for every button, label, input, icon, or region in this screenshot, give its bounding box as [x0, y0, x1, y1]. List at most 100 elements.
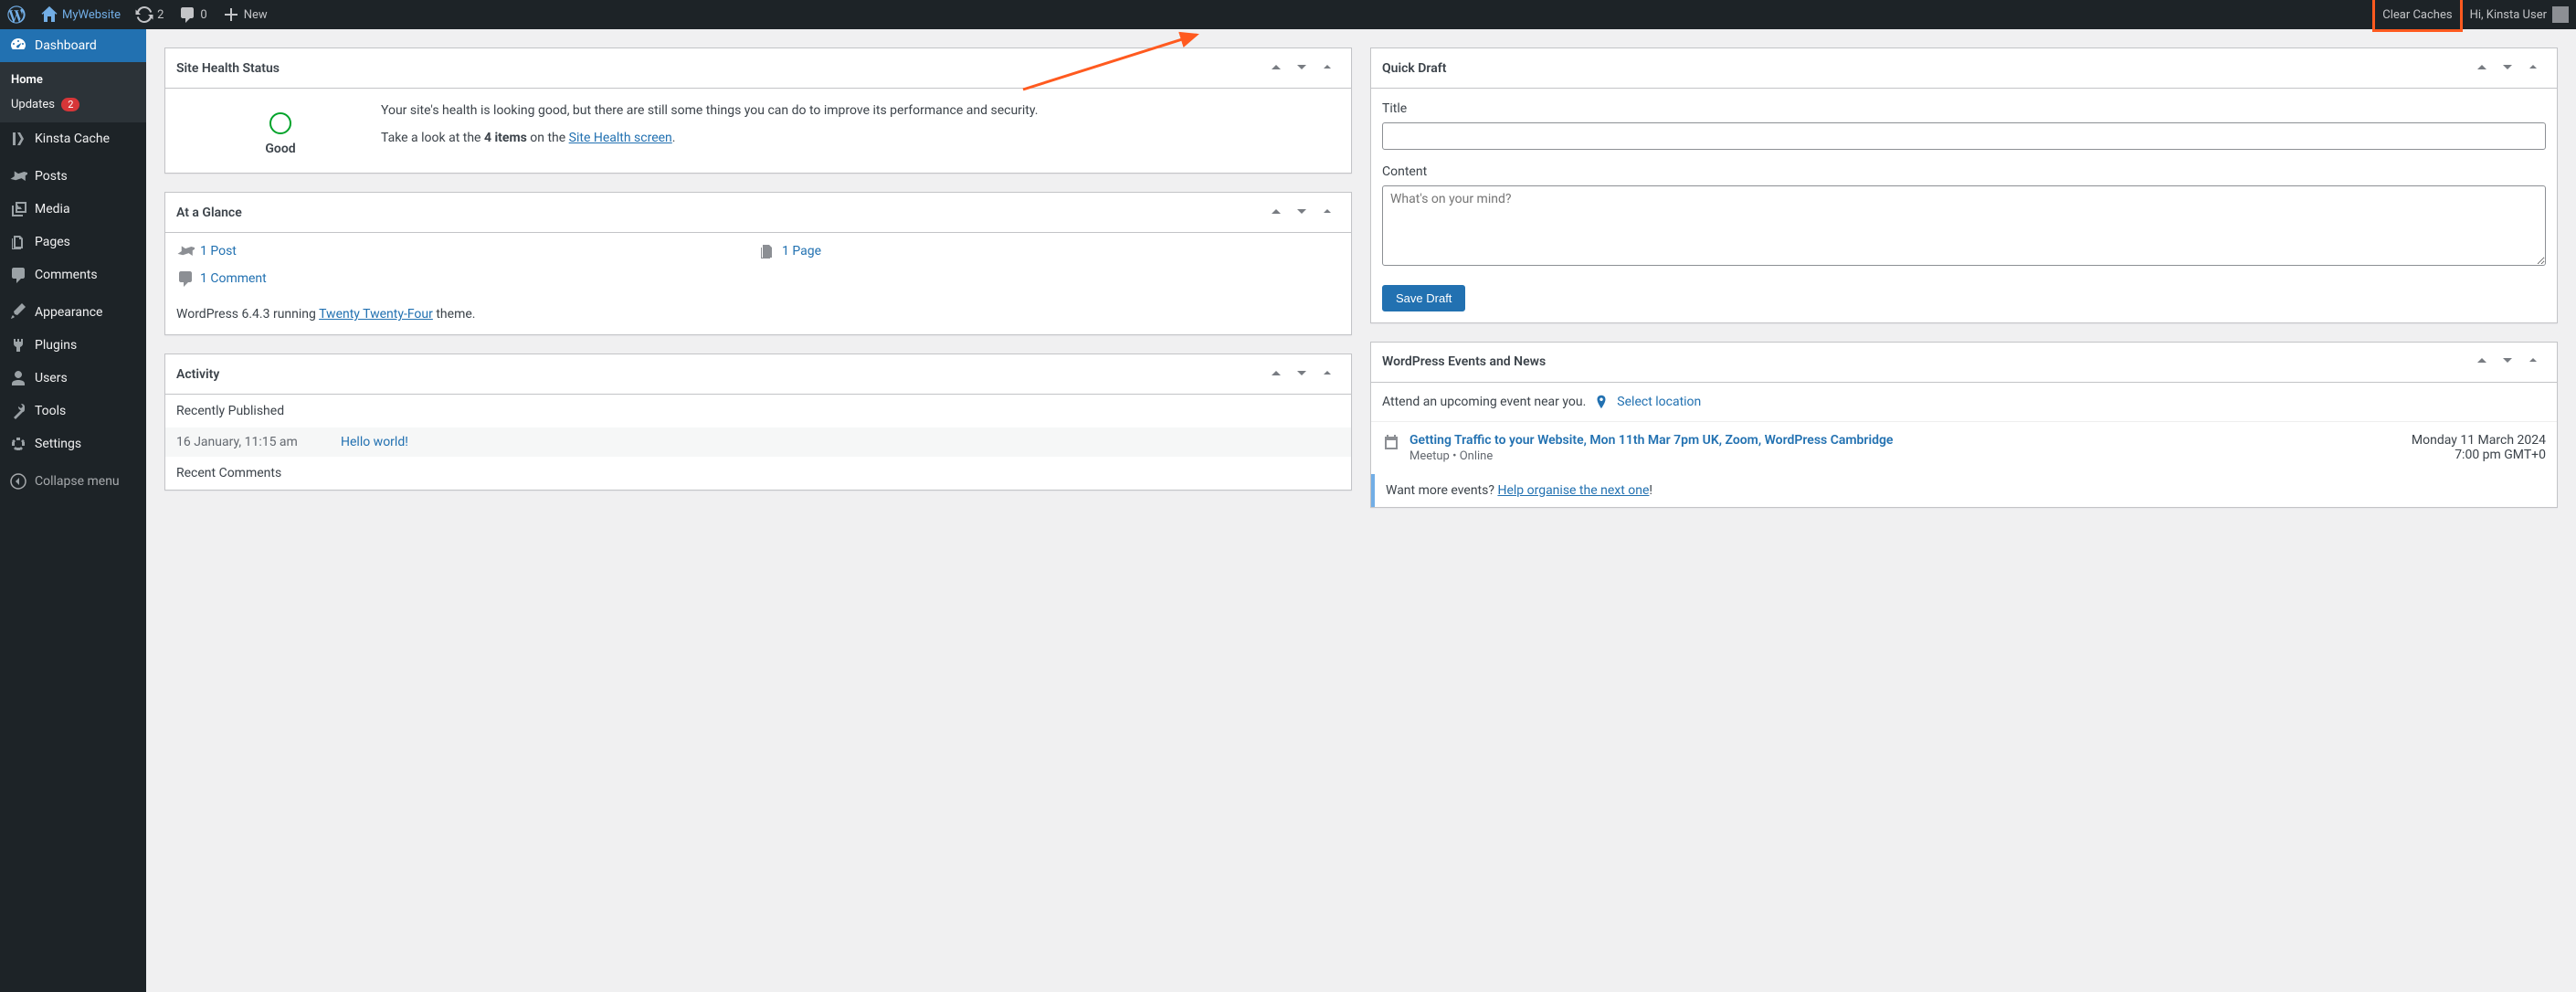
- site-health-title: Site Health Status: [176, 61, 1263, 76]
- activity-post-link[interactable]: Hello world!: [341, 435, 408, 449]
- organise-link[interactable]: Help organise the next one: [1497, 483, 1649, 498]
- chevron-up-icon: [1267, 202, 1285, 220]
- select-location-link[interactable]: Select location: [1617, 395, 1701, 409]
- site-name-link[interactable]: MyWebsite: [33, 0, 128, 29]
- brush-icon: [9, 303, 27, 322]
- plug-icon: [9, 336, 27, 354]
- event-meta: Meetup • Online: [1409, 449, 2412, 463]
- events-news-widget: WordPress Events and News Attend an upco…: [1370, 342, 2558, 508]
- draft-title-label: Title: [1382, 100, 2546, 119]
- events-footer: Want more events? Help organise the next…: [1371, 474, 2557, 507]
- move-up-button[interactable]: [1263, 364, 1289, 385]
- theme-link[interactable]: Twenty Twenty-Four: [319, 307, 433, 322]
- move-up-button[interactable]: [1263, 202, 1289, 224]
- move-down-button[interactable]: [1289, 202, 1314, 224]
- health-description: Your site's health is looking good, but …: [381, 103, 1336, 118]
- chevron-down-icon: [1293, 202, 1311, 220]
- draft-title-input[interactable]: [1382, 122, 2546, 150]
- refresh-icon: [135, 5, 153, 24]
- collapse-menu[interactable]: Collapse menu: [0, 465, 146, 498]
- pin-icon: [176, 242, 195, 260]
- activity-widget: Activity Recently Published 16 January, …: [164, 354, 1352, 491]
- clear-caches-link[interactable]: Clear Caches: [2375, 0, 2459, 29]
- event-item: Getting Traffic to your Website, Mon 11t…: [1371, 421, 2557, 474]
- site-health-screen-link[interactable]: Site Health screen: [569, 131, 672, 145]
- move-down-button[interactable]: [1289, 364, 1314, 385]
- sidebar-item-users[interactable]: Users: [0, 362, 146, 395]
- sidebar-subitem-home[interactable]: Home: [0, 68, 146, 92]
- chevron-down-icon: [1293, 58, 1311, 76]
- quick-draft-widget: Quick Draft Title Content Save Draft: [1370, 47, 2558, 323]
- user-greeting[interactable]: Hi, Kinsta User: [2463, 0, 2576, 29]
- sidebar-item-posts[interactable]: Posts: [0, 160, 146, 193]
- plus-icon: [222, 5, 240, 24]
- chevron-down-icon: [2498, 351, 2517, 369]
- pages-icon: [758, 242, 776, 260]
- health-circle-icon: [269, 112, 291, 134]
- new-content-link[interactable]: New: [215, 0, 275, 29]
- glance-comments[interactable]: 1 Comment: [176, 269, 758, 288]
- health-action-text: Take a look at the 4 items on the Site H…: [381, 131, 1336, 145]
- comment-icon: [178, 5, 196, 24]
- location-icon: [1593, 394, 1610, 410]
- pages-icon: [9, 233, 27, 251]
- sidebar-item-dashboard[interactable]: Dashboard: [0, 29, 146, 62]
- event-date: Monday 11 March 2024 7:00 pm GMT+0: [2412, 433, 2546, 463]
- glance-pages[interactable]: 1 Page: [758, 242, 1340, 260]
- comments-link[interactable]: 0: [171, 0, 214, 29]
- chevron-up-icon: [1267, 364, 1285, 382]
- move-down-button[interactable]: [2495, 351, 2520, 373]
- sidebar-item-pages[interactable]: Pages: [0, 226, 146, 259]
- toggle-button[interactable]: [1314, 202, 1340, 224]
- glance-title: At a Glance: [176, 206, 1263, 220]
- draft-content-textarea[interactable]: [1382, 185, 2546, 266]
- sidebar-item-media[interactable]: Media: [0, 193, 146, 226]
- draft-content-label: Content: [1382, 163, 2546, 182]
- sidebar-item-comments[interactable]: Comments: [0, 259, 146, 291]
- sidebar-item-kinsta-cache[interactable]: Kinsta Cache: [0, 122, 146, 155]
- caret-up-icon: [2524, 351, 2542, 369]
- move-up-button[interactable]: [2469, 58, 2495, 79]
- toggle-button[interactable]: [2520, 58, 2546, 79]
- move-up-button[interactable]: [1263, 58, 1289, 79]
- updates-link[interactable]: 2: [128, 0, 171, 29]
- sidebar-item-settings[interactable]: Settings: [0, 427, 146, 460]
- activity-date: 16 January, 11:15 am: [176, 435, 341, 449]
- move-down-button[interactable]: [2495, 58, 2520, 79]
- home-icon: [40, 5, 58, 24]
- sidebar-item-appearance[interactable]: Appearance: [0, 296, 146, 329]
- activity-title: Activity: [176, 367, 1263, 382]
- chevron-up-icon: [1267, 58, 1285, 76]
- attend-text: Attend an upcoming event near you.: [1382, 395, 1586, 409]
- move-down-button[interactable]: [1289, 58, 1314, 79]
- save-draft-button[interactable]: Save Draft: [1382, 285, 1465, 311]
- move-up-button[interactable]: [2469, 351, 2495, 373]
- dashboard-icon: [9, 37, 27, 55]
- chevron-down-icon: [2498, 58, 2517, 76]
- chevron-up-icon: [2473, 58, 2491, 76]
- event-link[interactable]: Getting Traffic to your Website, Mon 11t…: [1409, 433, 1893, 448]
- sidebar-subitem-updates[interactable]: Updates 2: [0, 92, 146, 117]
- glance-posts[interactable]: 1 Post: [176, 242, 758, 260]
- chevron-up-icon: [2473, 351, 2491, 369]
- sidebar-item-plugins[interactable]: Plugins: [0, 329, 146, 362]
- toggle-button[interactable]: [1314, 364, 1340, 385]
- comment-icon: [176, 269, 195, 288]
- toggle-button[interactable]: [2520, 351, 2546, 373]
- comments-icon: [9, 266, 27, 284]
- at-a-glance-widget: At a Glance 1 Post 1 Page: [164, 192, 1352, 335]
- site-name: MyWebsite: [62, 8, 121, 22]
- recent-comments-heading: Recent Comments: [165, 457, 1351, 490]
- media-icon: [9, 200, 27, 218]
- caret-up-icon: [1318, 364, 1336, 382]
- updates-badge: 2: [61, 98, 79, 111]
- toggle-button[interactable]: [1314, 58, 1340, 79]
- wp-logo[interactable]: [0, 0, 33, 29]
- caret-up-icon: [1318, 202, 1336, 220]
- sidebar-item-tools[interactable]: Tools: [0, 395, 146, 427]
- chevron-down-icon: [1293, 364, 1311, 382]
- site-health-widget: Site Health Status Good Your site's heal…: [164, 47, 1352, 174]
- pin-icon: [9, 167, 27, 185]
- events-title: WordPress Events and News: [1382, 354, 2469, 369]
- health-indicator: Good: [180, 103, 381, 156]
